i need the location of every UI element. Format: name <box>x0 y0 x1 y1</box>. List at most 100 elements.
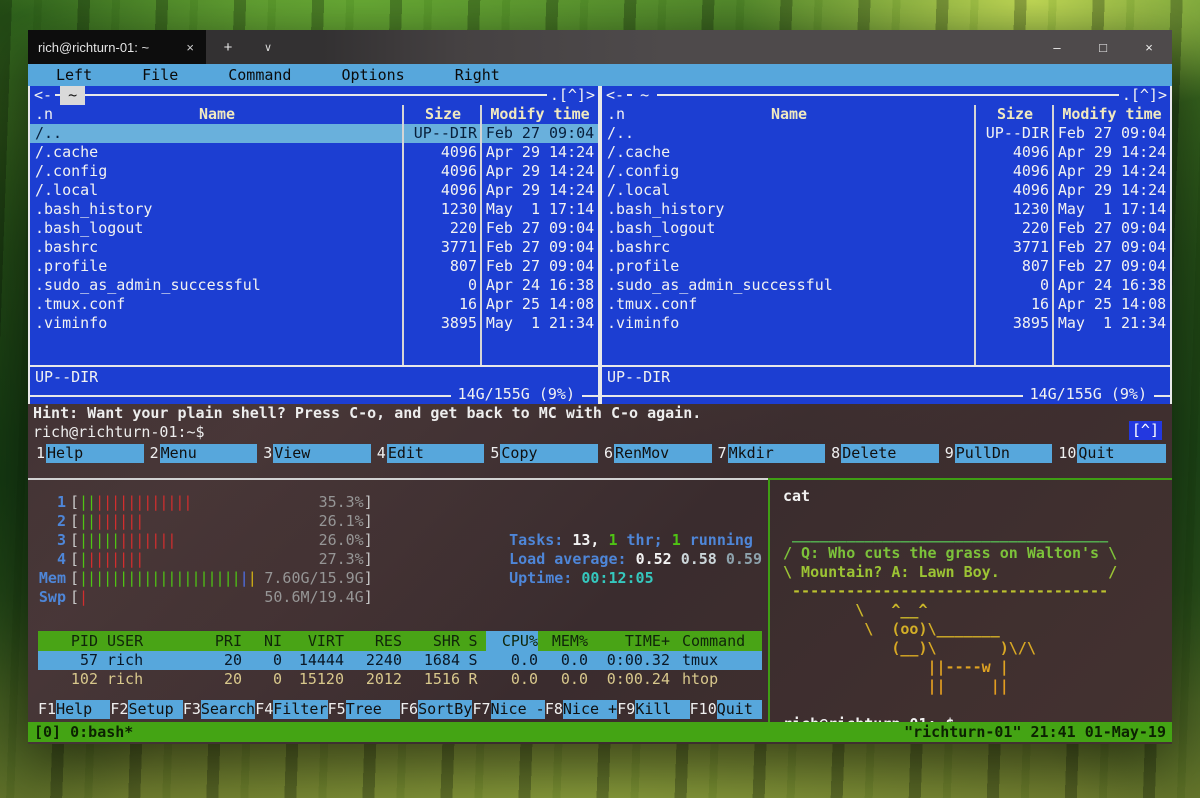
htop-function-key[interactable]: F9 Kill <box>617 700 689 719</box>
file-row[interactable]: /.. UP--DIR Feb 27 09:04 <box>602 124 1170 143</box>
meter-label: Swp <box>38 588 70 607</box>
mc-function-key[interactable]: 3 View <box>263 444 371 463</box>
header-mem[interactable]: MEM% <box>538 631 588 651</box>
titlebar-drag-area[interactable] <box>286 30 1034 64</box>
tab-close-icon[interactable]: × <box>184 40 196 55</box>
process-table-header[interactable]: PID USER PRI NI VIRT RES SHR S CPU% MEM%… <box>38 631 762 651</box>
close-button[interactable]: × <box>1126 30 1172 64</box>
bash-pane[interactable]: cat ___________________________________/… <box>770 480 1172 722</box>
file-row[interactable]: .bash_history 1230 May 1 17:14 <box>602 200 1170 219</box>
mc-menu-item[interactable]: File <box>142 66 178 85</box>
header-ni[interactable]: NI <box>242 631 282 651</box>
file-row[interactable]: .bashrc 3771 Feb 27 09:04 <box>30 238 598 257</box>
header-cpu-sort-active[interactable]: CPU% <box>486 631 538 651</box>
panel-title-buttons[interactable]: .[^]> <box>547 86 598 105</box>
header-pid[interactable]: PID <box>38 631 98 651</box>
mc-function-key[interactable]: 10 Quit <box>1058 444 1166 463</box>
new-tab-button[interactable]: + <box>206 30 250 64</box>
file-row[interactable]: .bash_history 1230 May 1 17:14 <box>30 200 598 219</box>
panel-title-buttons[interactable]: .[^]> <box>1119 86 1170 105</box>
panel-up-button[interactable]: [^] <box>1129 421 1162 440</box>
file-row[interactable]: .sudo_as_admin_successful 0 Apr 24 16:38 <box>30 276 598 295</box>
terminal-tab[interactable]: rich@richturn-01: ~ × <box>28 30 206 64</box>
mc-function-key[interactable]: 8 Delete <box>831 444 939 463</box>
column-header-modify-time[interactable]: Modify time <box>482 105 598 124</box>
file-row[interactable]: /.local 4096 Apr 29 14:24 <box>30 181 598 200</box>
file-name: .tmux.conf <box>30 295 404 314</box>
mc-shell-prompt[interactable]: rich@richturn-01:~$ [^] <box>28 423 1172 442</box>
panel-back-arrow[interactable]: <- <box>30 86 55 105</box>
file-row[interactable]: /.cache 4096 Apr 29 14:24 <box>30 143 598 162</box>
file-row[interactable]: .viminfo 3895 May 1 21:34 <box>30 314 598 333</box>
file-modify-time: Feb 27 09:04 <box>1054 124 1170 143</box>
htop-function-key[interactable]: F4 Filter <box>255 700 327 719</box>
column-header-modify-time[interactable]: Modify time <box>1054 105 1170 124</box>
mc-panels: <- ~ .[^]> .nName Size Modify time <box>28 86 1172 404</box>
file-name: /.local <box>602 181 976 200</box>
file-row[interactable]: .viminfo 3895 May 1 21:34 <box>602 314 1170 333</box>
panel-path[interactable]: ~ <box>632 86 657 105</box>
htop-function-key[interactable]: F6 SortBy <box>400 700 472 719</box>
header-command[interactable]: Command <box>670 631 762 651</box>
mc-function-key[interactable]: 2 Menu <box>150 444 258 463</box>
mc-menu-item[interactable]: Left <box>56 66 92 85</box>
file-row[interactable]: /.local 4096 Apr 29 14:24 <box>602 181 1170 200</box>
file-row[interactable]: .tmux.conf 16 Apr 25 14:08 <box>602 295 1170 314</box>
header-s[interactable]: S <box>460 631 486 651</box>
file-size: 1230 <box>976 200 1054 219</box>
file-row[interactable]: /.. UP--DIR Feb 27 09:04 <box>30 124 598 143</box>
mc-menu-item[interactable]: Options <box>341 66 404 85</box>
htop-function-key[interactable]: F7 Nice - <box>472 700 544 719</box>
cell-cpu: 0.0 <box>486 651 538 670</box>
column-header-name[interactable]: .nName <box>30 105 404 124</box>
htop-function-key[interactable]: F3 Search <box>183 700 255 719</box>
header-res[interactable]: RES <box>344 631 402 651</box>
mc-function-key[interactable]: 7 Mkdir <box>718 444 826 463</box>
maximize-button[interactable]: □ <box>1080 30 1126 64</box>
file-row[interactable]: .tmux.conf 16 Apr 25 14:08 <box>30 295 598 314</box>
column-header-name[interactable]: .nName <box>602 105 976 124</box>
mc-menu-item[interactable]: Command <box>228 66 291 85</box>
file-row[interactable]: .bash_logout 220 Feb 27 09:04 <box>602 219 1170 238</box>
mc-function-key[interactable]: 4 Edit <box>377 444 485 463</box>
header-virt[interactable]: VIRT <box>282 631 344 651</box>
panel-path[interactable]: ~ <box>60 86 85 105</box>
header-shr[interactable]: SHR <box>402 631 460 651</box>
window-titlebar[interactable]: rich@richturn-01: ~ × + ∨ – □ × <box>28 30 1172 64</box>
chevron-down-icon[interactable]: ∨ <box>250 30 286 64</box>
process-row[interactable]: 102 rich 20 0 15120 2012 1516 R 0.0 0.0 <box>38 670 762 689</box>
file-row[interactable]: .bashrc 3771 Feb 27 09:04 <box>602 238 1170 257</box>
htop-function-key[interactable]: F8 Nice + <box>545 700 617 719</box>
mc-function-key[interactable]: 9 PullDn <box>945 444 1053 463</box>
panel-back-arrow[interactable]: <- <box>602 86 627 105</box>
file-row[interactable]: .profile 807 Feb 27 09:04 <box>30 257 598 276</box>
htop-function-key[interactable]: F1 Help <box>38 700 110 719</box>
minimize-button[interactable]: – <box>1034 30 1080 64</box>
file-row[interactable]: .sudo_as_admin_successful 0 Apr 24 16:38 <box>602 276 1170 295</box>
meter-bracket-close: ] <box>364 569 373 588</box>
mc-function-key[interactable]: 5 Copy <box>490 444 598 463</box>
htop-function-key[interactable]: F5 Tree <box>328 700 400 719</box>
file-row[interactable]: /.config 4096 Apr 29 14:24 <box>30 162 598 181</box>
htop-function-key[interactable]: F2 Setup <box>110 700 182 719</box>
fkey-number: F1 <box>38 700 56 719</box>
header-pri[interactable]: PRI <box>194 631 242 651</box>
header-user[interactable]: USER <box>98 631 194 651</box>
header-time[interactable]: TIME+ <box>588 631 670 651</box>
meter-bracket-open: [ <box>70 493 79 512</box>
file-row[interactable]: .profile 807 Feb 27 09:04 <box>602 257 1170 276</box>
htop-function-key[interactable]: F10 Quit <box>690 700 762 719</box>
file-row[interactable]: /.cache 4096 Apr 29 14:24 <box>602 143 1170 162</box>
file-name: .viminfo <box>30 314 404 333</box>
column-header-size[interactable]: Size <box>976 105 1054 124</box>
tmux-session-window[interactable]: [0] 0:bash* <box>34 723 133 742</box>
file-row[interactable]: /.config 4096 Apr 29 14:24 <box>602 162 1170 181</box>
mc-function-key[interactable]: 6 RenMov <box>604 444 712 463</box>
mc-menu-item[interactable]: Right <box>455 66 500 85</box>
mc-function-key[interactable]: 1 Help <box>36 444 144 463</box>
file-row[interactable]: .bash_logout 220 Feb 27 09:04 <box>30 219 598 238</box>
meter-bracket-close: ] <box>364 493 373 512</box>
process-row[interactable]: 57 rich 20 0 14444 2240 1684 S 0.0 0.0 0 <box>38 651 762 670</box>
column-header-size[interactable]: Size <box>404 105 482 124</box>
panel-column-headers: .nName Size Modify time <box>602 105 1170 124</box>
